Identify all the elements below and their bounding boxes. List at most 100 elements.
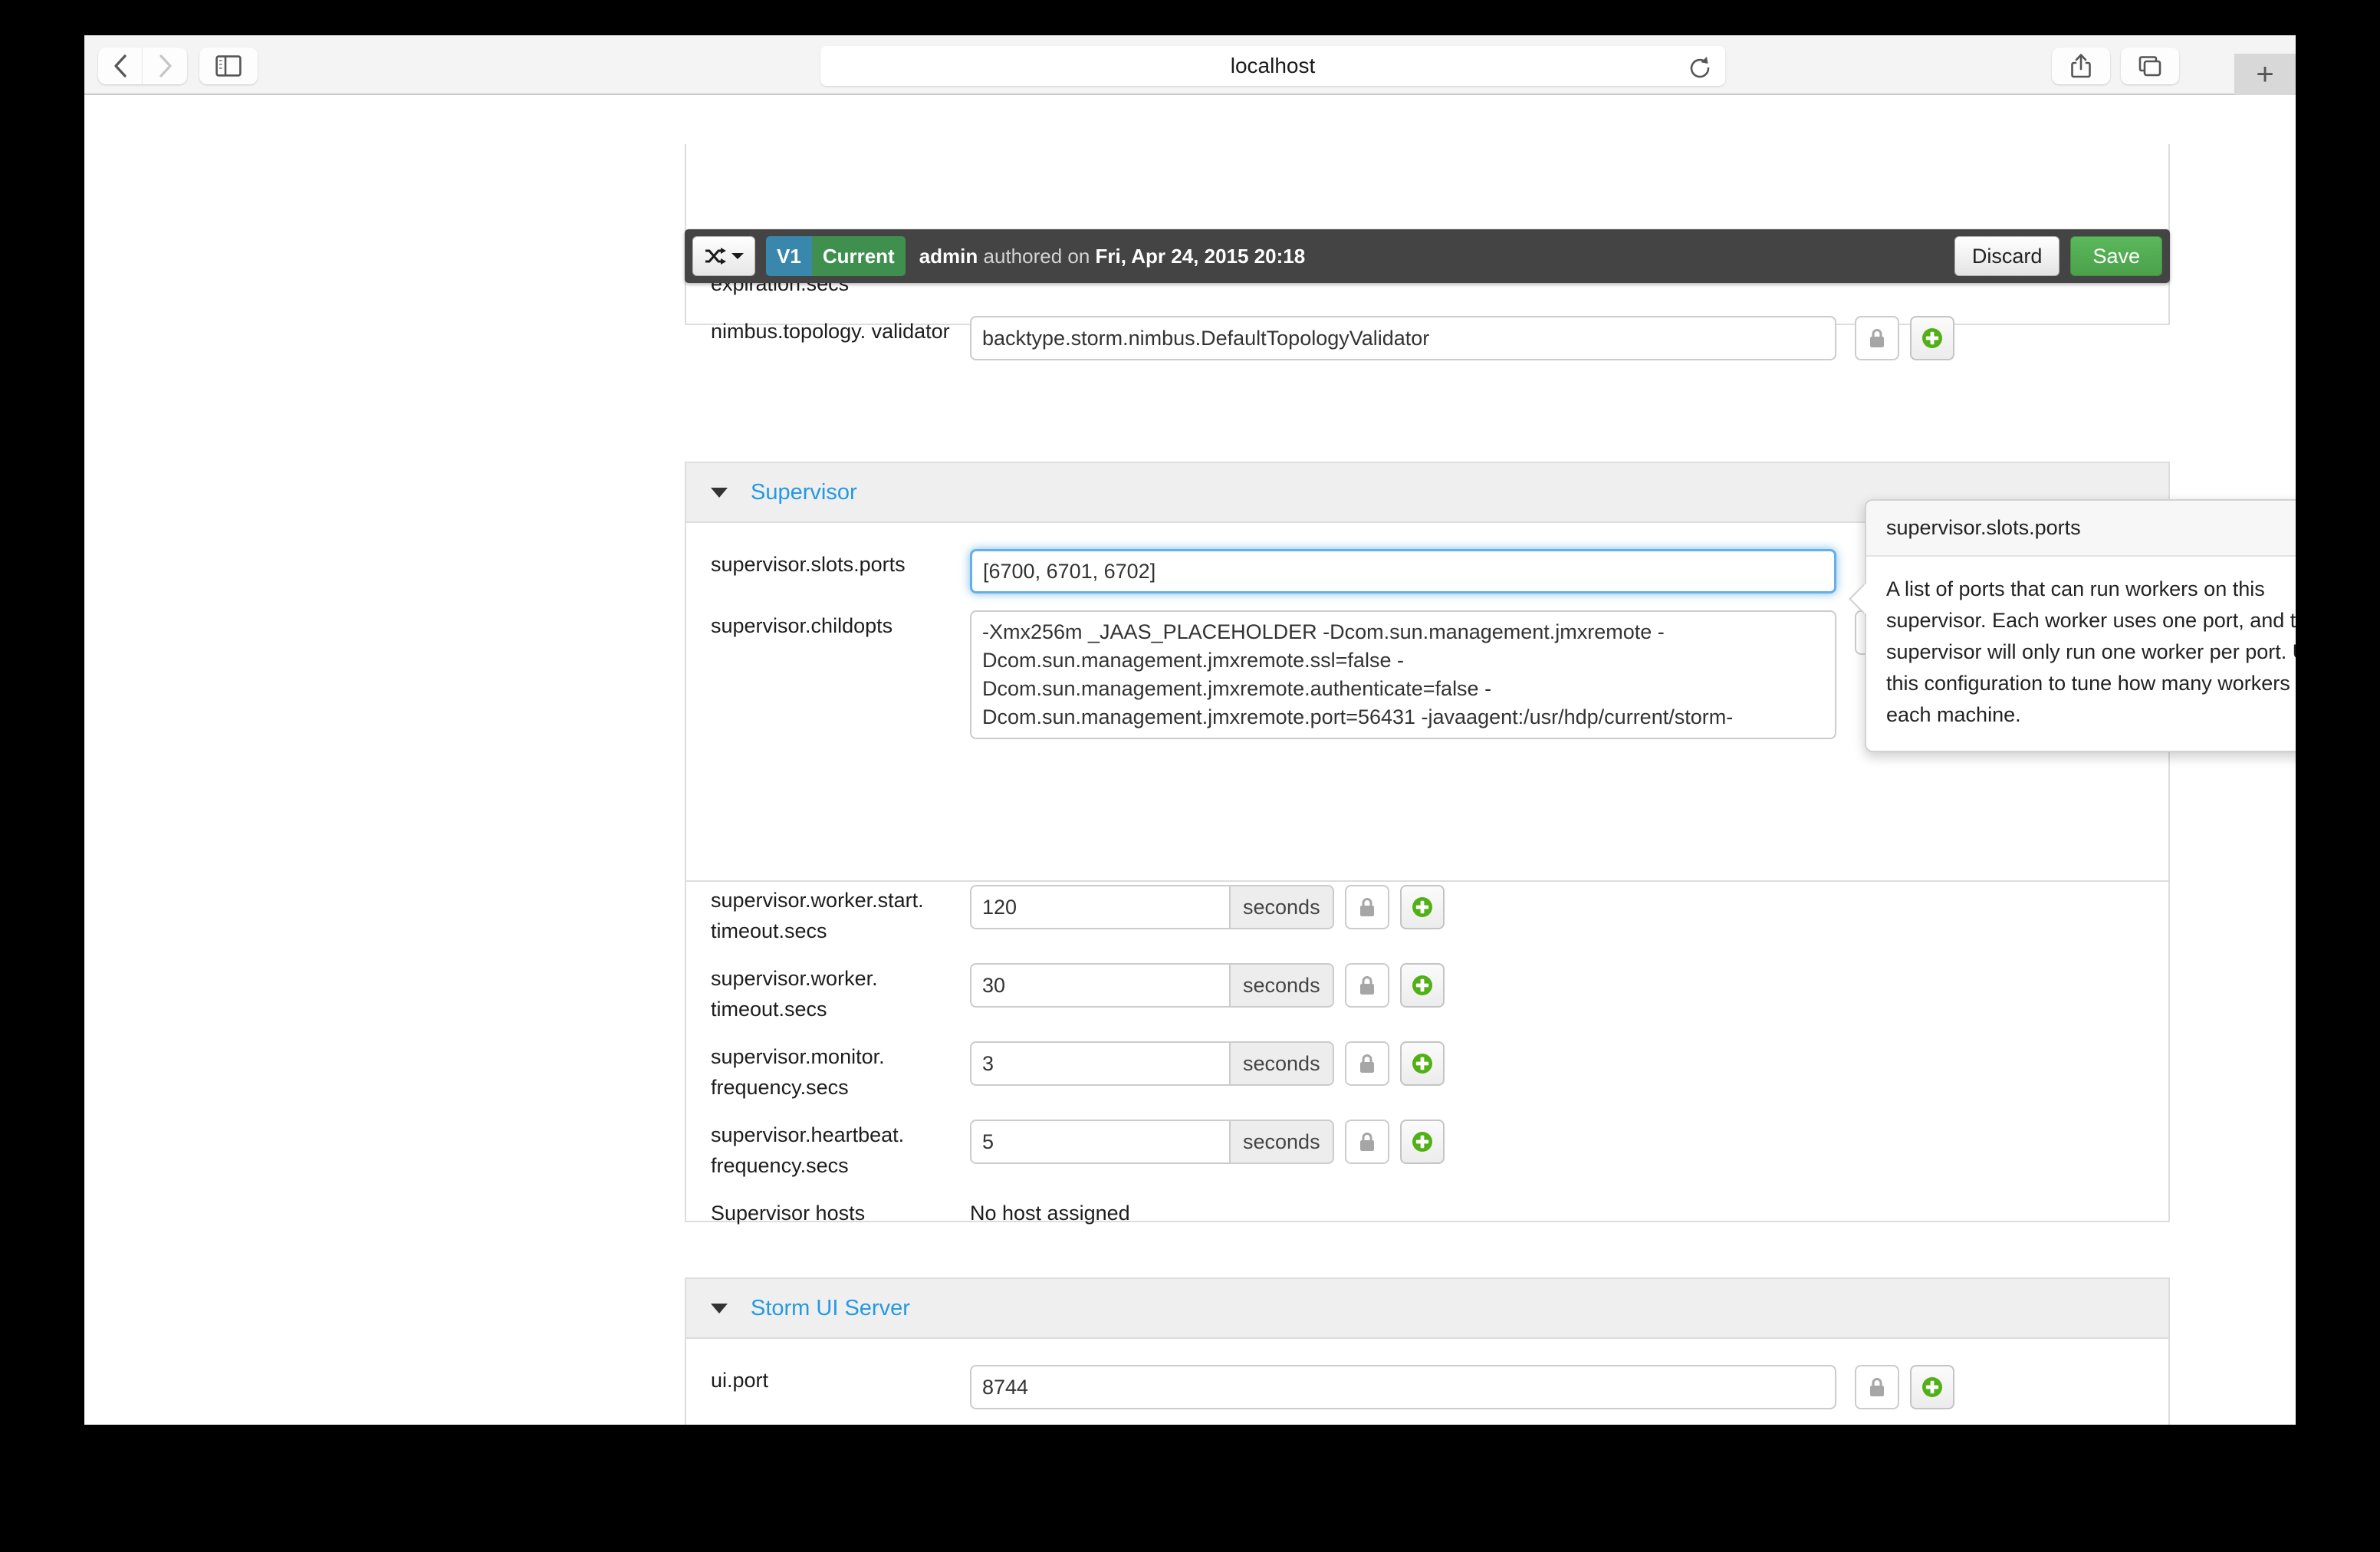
save-button[interactable]: Save [2070, 236, 2162, 276]
browser-window: localhost + [84, 35, 2296, 1425]
config-control [970, 316, 1954, 360]
config-row: Supervisor hosts No host assigned [686, 1198, 2168, 1228]
page-viewport: nimbus.file.copy. expiration.secs second… [84, 95, 2296, 1425]
supervisor-hosts-value: No host assigned [970, 1198, 1130, 1228]
lock-icon [1357, 896, 1377, 919]
lock-icon [1357, 1130, 1377, 1153]
config-control [970, 1365, 1954, 1409]
supervisor-monitor-frequency-input[interactable] [970, 1041, 1229, 1086]
supervisor-hosts-label: Supervisor hosts [686, 1198, 970, 1228]
share-icon [2069, 53, 2092, 79]
tooltip-body: A list of ports that can run workers on … [1866, 557, 2296, 751]
chevron-left-icon [112, 53, 129, 79]
lock-icon [1867, 1376, 1887, 1399]
config-label: ui.port [686, 1365, 970, 1396]
config-label: supervisor.childopts [686, 610, 970, 641]
lock-icon [1357, 974, 1377, 997]
nimbus-topology-validator-input[interactable] [970, 316, 1836, 360]
add-override-button[interactable] [1910, 1365, 1954, 1409]
config-label: supervisor.worker.start. timeout.secs [686, 885, 970, 946]
supervisor-childopts-textarea[interactable]: -Xmx256m _JAAS_PLACEHOLDER -Dcom.sun.man… [970, 610, 1836, 739]
version-authored-text: authored on [978, 245, 1095, 268]
lock-button[interactable] [1345, 1041, 1389, 1086]
lock-button[interactable] [1345, 1120, 1389, 1164]
unit-label: seconds [1229, 1120, 1334, 1164]
share-button[interactable] [2052, 48, 2110, 84]
forward-button[interactable] [143, 48, 187, 84]
supervisor-worker-start-timeout-input[interactable] [970, 885, 1229, 929]
shuffle-icon [704, 247, 727, 265]
config-control [970, 549, 1836, 594]
unit-label: seconds [1229, 885, 1334, 929]
ui-port-input[interactable] [970, 1365, 1836, 1409]
supervisor-section-title: Supervisor [751, 480, 857, 505]
add-override-button[interactable] [1400, 1041, 1445, 1086]
show-tabs-button[interactable] [2121, 48, 2179, 84]
supervisor-slots-ports-input[interactable] [970, 549, 1836, 594]
browser-toolbar: localhost + [84, 35, 2296, 95]
version-switch-button[interactable] [692, 236, 755, 276]
plus-circle-icon [1410, 1051, 1435, 1076]
storm-ui-server-panel: Storm UI Server ui.port [685, 1277, 2170, 1425]
storm-ui-section-header[interactable]: Storm UI Server [686, 1279, 2168, 1339]
sidebar-toggle-button[interactable] [199, 48, 258, 84]
version-author-meta: admin authored on Fri, Apr 24, 2015 20:1… [919, 245, 1305, 268]
config-row: nimbus.topology. validator [686, 316, 2168, 360]
config-row: supervisor.worker.start. timeout.secs se… [686, 885, 2168, 946]
add-override-button[interactable] [1400, 1120, 1445, 1164]
config-control: seconds [970, 1041, 1445, 1086]
add-override-button[interactable] [1400, 885, 1445, 929]
version-date: Fri, Apr 24, 2015 20:18 [1096, 245, 1306, 268]
back-button[interactable] [98, 48, 143, 84]
lock-button[interactable] [1855, 1365, 1899, 1409]
caret-down-icon [711, 1304, 728, 1314]
unit-label: seconds [1229, 963, 1334, 1008]
address-bar[interactable]: localhost [820, 46, 1725, 86]
lock-button[interactable] [1345, 963, 1389, 1008]
chevron-down-icon [731, 252, 744, 260]
reload-button[interactable] [1687, 55, 1713, 81]
config-row: supervisor.worker. timeout.secs seconds [686, 963, 2168, 1024]
lock-button[interactable] [1345, 885, 1389, 929]
tooltip-arrow [1851, 584, 1866, 614]
version-author: admin [919, 245, 978, 268]
caret-down-icon [711, 488, 728, 498]
config-row: supervisor.heartbeat. frequency.secs sec… [686, 1120, 2168, 1181]
property-tooltip-popover: supervisor.slots.ports A list of ports t… [1865, 499, 2296, 752]
add-override-button[interactable] [1910, 316, 1954, 360]
supervisor-worker-timeout-input[interactable] [970, 963, 1229, 1008]
supervisor-heartbeat-frequency-input[interactable] [970, 1120, 1229, 1164]
new-tab-button[interactable]: + [2234, 54, 2296, 95]
url-text: localhost [1231, 54, 1316, 78]
lock-icon [1357, 1052, 1377, 1075]
config-label: supervisor.monitor. frequency.secs [686, 1041, 970, 1103]
add-override-button[interactable] [1400, 963, 1445, 1008]
version-badge[interactable]: V1 [766, 236, 812, 276]
reload-icon [1687, 55, 1713, 81]
discard-button[interactable]: Discard [1954, 236, 2060, 276]
config-label: supervisor.heartbeat. frequency.secs [686, 1120, 970, 1181]
lock-button[interactable] [1855, 316, 1899, 360]
config-label: supervisor.worker. timeout.secs [686, 963, 970, 1024]
plus-circle-icon [1410, 895, 1435, 919]
config-control: seconds [970, 963, 1445, 1008]
tabs-icon [2138, 54, 2162, 77]
tooltip-title: supervisor.slots.ports [1866, 501, 2296, 557]
sidebar-icon [215, 55, 242, 77]
current-badge[interactable]: Current [812, 236, 906, 276]
config-control: seconds [970, 1120, 1445, 1164]
config-label: nimbus.topology. validator [686, 316, 970, 347]
config-label: supervisor.slots.ports [686, 549, 970, 580]
plus-circle-icon [1410, 1129, 1435, 1154]
config-control: seconds [970, 885, 1445, 929]
supervisor-panel-continued: supervisor.worker.start. timeout.secs se… [685, 882, 2170, 1222]
version-save-bar: V1 Current admin authored on Fri, Apr 24… [685, 229, 2170, 283]
config-row: supervisor.monitor. frequency.secs secon… [686, 1041, 2168, 1103]
storm-ui-section-title: Storm UI Server [751, 1296, 910, 1321]
chevron-right-icon [156, 53, 173, 79]
plus-circle-icon [1920, 1375, 1944, 1399]
unit-label: seconds [1229, 1041, 1334, 1086]
config-control: -Xmx256m _JAAS_PLACEHOLDER -Dcom.sun.man… [970, 610, 1954, 739]
lock-icon [1867, 327, 1887, 350]
config-row: ui.port [686, 1365, 2168, 1409]
